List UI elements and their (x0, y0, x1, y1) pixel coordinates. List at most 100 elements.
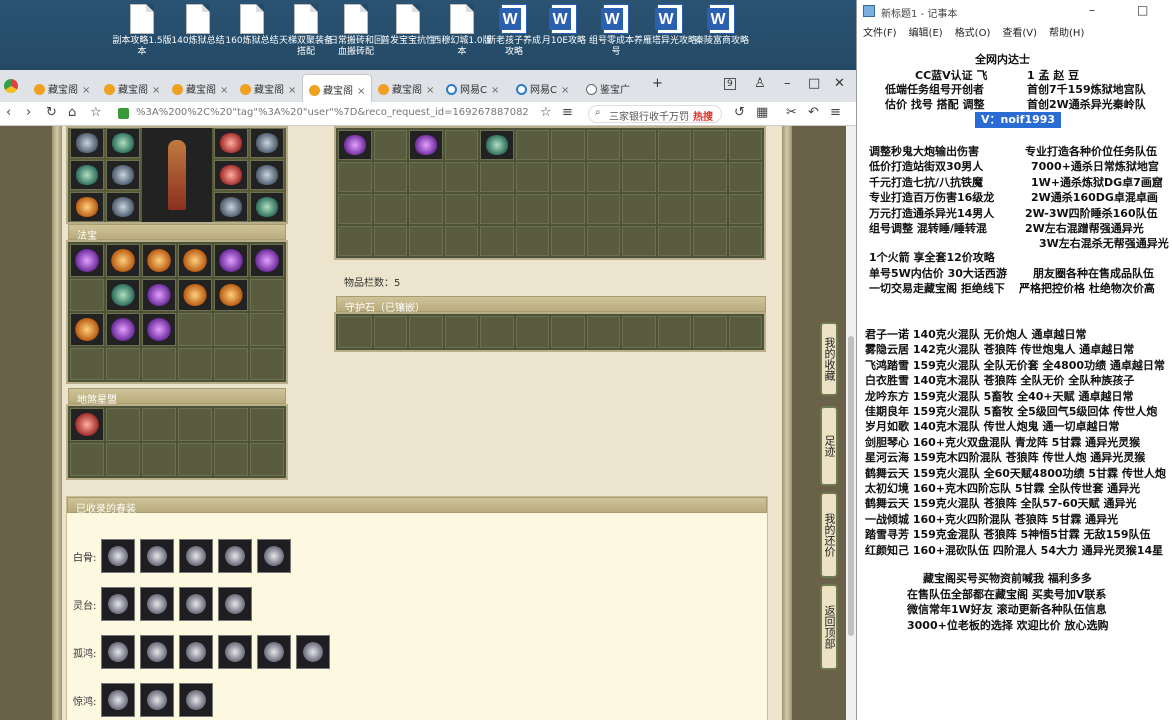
favorite-star-icon[interactable]: ☆ (540, 105, 552, 120)
fabao-item-slot[interactable] (214, 244, 248, 277)
outfit-icon[interactable] (140, 587, 174, 621)
bookmark-star-icon[interactable]: ☆ (90, 105, 102, 120)
fabao-item-slot[interactable] (142, 313, 176, 346)
desktop-icon[interactable]: W 秦陵富商攻略 (692, 4, 752, 47)
equipment-slot[interactable] (106, 192, 140, 222)
gem-empty-slot[interactable] (409, 316, 443, 348)
outfit-icon[interactable] (179, 635, 213, 669)
tab-close-icon[interactable]: × (288, 85, 296, 96)
fabao-item-slot[interactable] (70, 244, 104, 277)
bag-empty-slot[interactable] (728, 162, 762, 192)
notepad-menu-item[interactable]: 格式(O) (955, 28, 991, 39)
tab-close-icon[interactable]: × (152, 85, 160, 96)
gem-empty-slot[interactable] (622, 316, 656, 348)
browser-tab[interactable]: 藏宝阁 × (302, 74, 372, 102)
tianxia-empty-slot[interactable] (178, 443, 212, 476)
bag-empty-slot[interactable] (551, 226, 585, 256)
undo-icon[interactable]: ↶ (808, 105, 819, 120)
outfit-icon[interactable] (101, 683, 135, 717)
bag-empty-slot[interactable] (586, 226, 620, 256)
desktop-icon[interactable]: 140炼狱总结 (168, 4, 228, 47)
tab-close-icon[interactable]: × (357, 86, 365, 97)
equipment-slot[interactable] (70, 128, 104, 158)
browser-tab[interactable]: 藏宝阁 × (166, 74, 236, 102)
desktop-icon[interactable]: W 雁塔异光攻略 (640, 4, 700, 47)
fabao-item-slot[interactable] (142, 244, 176, 277)
gem-empty-slot[interactable] (480, 316, 514, 348)
back-icon[interactable]: ‹ (6, 105, 11, 120)
tab-close-icon[interactable]: × (82, 85, 90, 96)
fabao-empty-slot[interactable] (70, 347, 104, 380)
address-bar[interactable]: %3A%200%2C%20"tag"%3A%20"user"%7D&reco_r… (114, 105, 528, 123)
fabao-item-slot[interactable] (214, 278, 248, 311)
fabao-item-slot[interactable] (178, 278, 212, 311)
menu-icon[interactable]: ≡ (562, 105, 573, 120)
equipment-slot[interactable] (250, 128, 284, 158)
bag-empty-slot[interactable] (373, 162, 407, 192)
bag-empty-slot[interactable] (657, 194, 691, 224)
fabao-item-slot[interactable] (106, 244, 140, 277)
outfit-icon[interactable] (179, 539, 213, 573)
grid-icon[interactable]: ▦ (756, 105, 768, 120)
gem-empty-slot[interactable] (515, 316, 549, 348)
gem-empty-slot[interactable] (444, 316, 478, 348)
tab-close-icon[interactable]: × (220, 85, 228, 96)
outfit-icon[interactable] (101, 539, 135, 573)
bag-empty-slot[interactable] (586, 130, 620, 160)
minimize-button[interactable]: – (784, 76, 791, 91)
tianxia-item-slot[interactable] (70, 408, 104, 441)
bag-empty-slot[interactable] (409, 162, 443, 192)
bag-empty-slot[interactable] (373, 194, 407, 224)
tianxia-empty-slot[interactable] (214, 408, 248, 441)
bag-empty-slot[interactable] (480, 162, 514, 192)
desktop-icon[interactable]: W 组号零成本养号 (586, 4, 646, 58)
close-window-button[interactable]: ✕ (834, 76, 845, 91)
desktop-icon[interactable]: 日常搬砖和回血搬砖配 (326, 4, 386, 58)
gem-empty-slot[interactable] (657, 316, 691, 348)
bag-empty-slot[interactable] (480, 226, 514, 256)
gem-empty-slot[interactable] (338, 316, 372, 348)
side-nav-button[interactable]: 足迹 (820, 406, 838, 486)
fabao-item-slot[interactable] (106, 313, 140, 346)
outfit-icon[interactable] (179, 587, 213, 621)
equipment-slot[interactable] (214, 128, 248, 158)
browser-tab[interactable]: 藏宝阁 × (234, 74, 304, 102)
outfit-icon[interactable] (218, 539, 252, 573)
home-icon[interactable]: ⌂ (68, 105, 76, 120)
bag-empty-slot[interactable] (586, 194, 620, 224)
tianxia-empty-slot[interactable] (178, 408, 212, 441)
desktop-icon[interactable]: 西穆幻城1.0版本 (432, 4, 492, 58)
bag-empty-slot[interactable] (515, 226, 549, 256)
bag-empty-slot[interactable] (551, 130, 585, 160)
bag-empty-slot[interactable] (551, 162, 585, 192)
bag-empty-slot[interactable] (693, 194, 727, 224)
bag-empty-slot[interactable] (728, 194, 762, 224)
side-nav-button[interactable]: 返回顶部 (820, 584, 838, 670)
bag-empty-slot[interactable] (657, 130, 691, 160)
shirt-icon[interactable]: ♙ (754, 76, 766, 91)
tab-close-icon[interactable]: × (426, 85, 434, 96)
bag-empty-slot[interactable] (409, 194, 443, 224)
refresh-extension-icon[interactable]: ↺ (734, 105, 745, 120)
outfit-icon[interactable] (218, 635, 252, 669)
fabao-empty-slot[interactable] (178, 347, 212, 380)
tab-close-icon[interactable]: × (561, 85, 569, 96)
bag-empty-slot[interactable] (338, 226, 372, 256)
gem-empty-slot[interactable] (373, 316, 407, 348)
bag-empty-slot[interactable] (444, 194, 478, 224)
bag-item-slot[interactable] (480, 130, 514, 160)
bag-empty-slot[interactable] (444, 162, 478, 192)
bag-empty-slot[interactable] (622, 226, 656, 256)
bag-empty-slot[interactable] (586, 162, 620, 192)
bag-empty-slot[interactable] (373, 130, 407, 160)
side-nav-button[interactable]: 我的收藏 (820, 322, 838, 396)
outfit-icon[interactable] (296, 635, 330, 669)
fabao-item-slot[interactable] (250, 244, 284, 277)
bag-empty-slot[interactable] (657, 226, 691, 256)
equipment-slot[interactable] (214, 192, 248, 222)
outfit-icon[interactable] (101, 587, 135, 621)
notepad-menu-item[interactable]: 编辑(E) (909, 28, 943, 39)
fabao-empty-slot[interactable] (214, 347, 248, 380)
bag-empty-slot[interactable] (693, 130, 727, 160)
bag-empty-slot[interactable] (373, 226, 407, 256)
